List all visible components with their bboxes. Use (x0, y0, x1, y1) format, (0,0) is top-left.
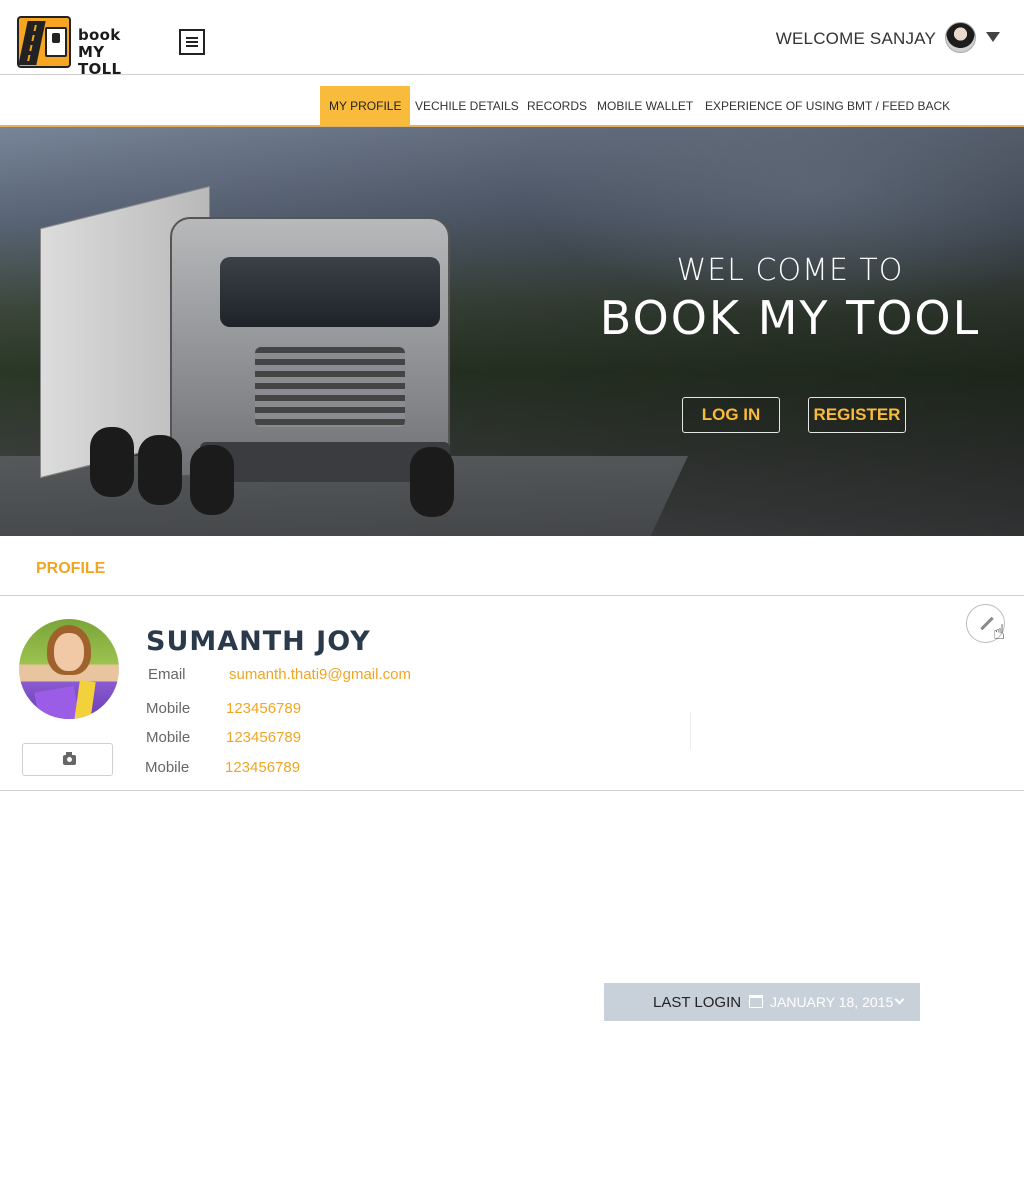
tab-records[interactable]: RECORDS (518, 86, 596, 126)
logo-line-2: MY TOLL (78, 43, 122, 78)
hero-title: BOOK MY TOOL (599, 291, 981, 345)
user-avatar[interactable] (945, 22, 976, 53)
caret-down-icon[interactable] (986, 32, 1000, 42)
tab-vehicle-details[interactable]: VECHILE DETAILS (406, 86, 528, 126)
hamburger-icon[interactable] (179, 29, 205, 55)
profile-name: SUMANTH JOY (146, 626, 371, 657)
mobile-value-3: 123456789 (225, 759, 301, 776)
email-value: sumanth.thati9@gmail.com (229, 666, 411, 683)
last-login-label: LAST LOGIN (653, 994, 742, 1011)
change-photo-button[interactable] (22, 743, 113, 776)
mobile-value-1: 123456789 (226, 700, 302, 717)
logo-text: book MY TOLL (78, 27, 147, 78)
hero-subtitle: WEL COME TO (676, 253, 904, 288)
toll-booth-icon (17, 16, 71, 68)
mobile-label-1: Mobile (146, 700, 191, 717)
profile-section-header: PROFILE (0, 536, 1024, 596)
profile-heading: PROFILE (36, 560, 106, 577)
calendar-icon (749, 995, 763, 1008)
hero-banner: WEL COME TO BOOK MY TOOL LOG IN REGISTER (0, 127, 1024, 536)
profile-nav: MY PROFILE VECHILE DETAILS RECORDS MOBIL… (0, 76, 1024, 127)
profile-card: SUMANTH JOY Email sumanth.thati9@gmail.c… (0, 596, 1024, 791)
chevron-down-icon[interactable] (894, 994, 905, 1005)
tab-mobile-wallet[interactable]: MOBILE WALLET (588, 86, 702, 126)
last-login-date: JANUARY 18, 2015 (770, 994, 894, 1010)
register-button[interactable]: REGISTER (808, 397, 906, 433)
last-login-bar: LAST LOGIN JANUARY 18, 2015 (604, 983, 920, 1021)
truck-image (30, 177, 460, 517)
divider (690, 712, 691, 750)
mobile-value-2: 123456789 (226, 729, 302, 746)
mobile-label-3: Mobile (145, 759, 190, 776)
tab-my-profile[interactable]: MY PROFILE (320, 86, 411, 126)
header: book MY TOLL WELCOME SANJAY (0, 0, 1024, 78)
login-button[interactable]: LOG IN (682, 397, 780, 433)
tab-feedback[interactable]: EXPERIENCE OF USING BMT / FEED BACK (696, 86, 959, 126)
mobile-label-2: Mobile (146, 729, 191, 746)
email-label: Email (148, 666, 186, 683)
logo-line-1: book (78, 26, 121, 44)
pencil-icon (980, 616, 994, 631)
logo[interactable]: book MY TOLL (17, 16, 147, 78)
welcome-text: WELCOME SANJAY (775, 29, 936, 48)
camera-icon (63, 752, 76, 765)
pointer-cursor-icon: ☝ (993, 622, 1006, 644)
profile-avatar (19, 619, 119, 719)
